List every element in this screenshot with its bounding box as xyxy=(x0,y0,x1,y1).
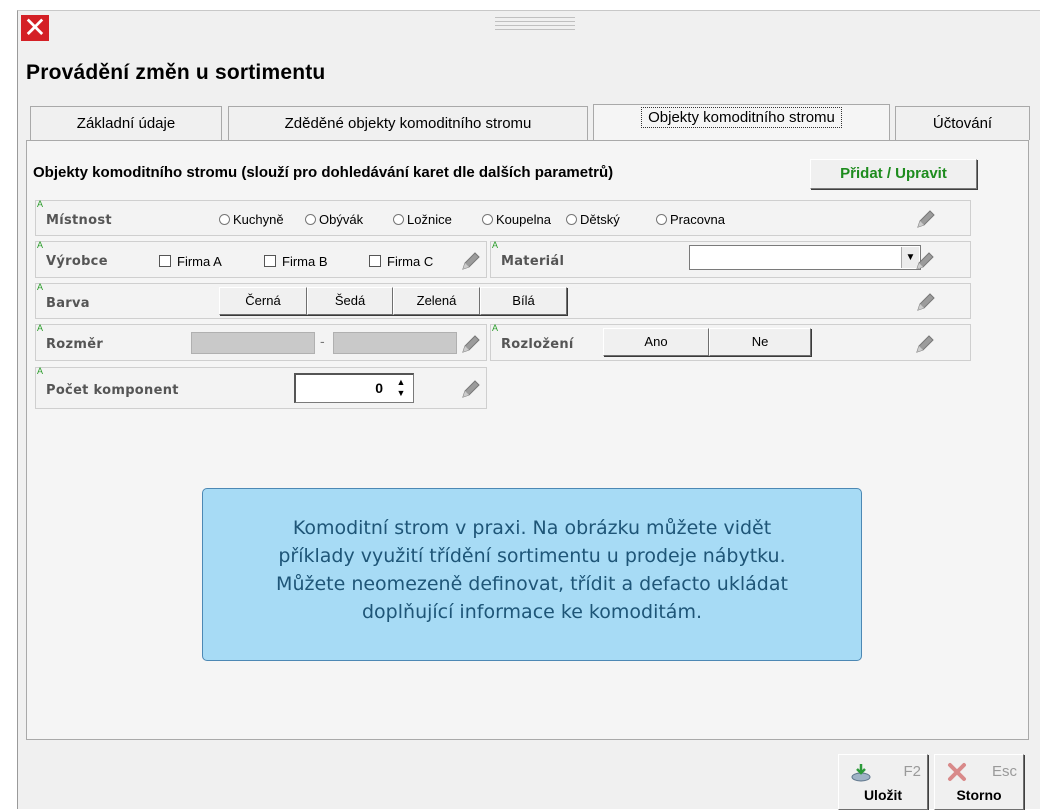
row-mistnost: A Místnost Kuchyně Obývák Ložnice Koupel… xyxy=(35,199,971,236)
row-rozmer: A Rozměr - xyxy=(35,323,487,361)
attribute-marker: A xyxy=(37,323,44,333)
checkbox-firma-a[interactable]: Firma A xyxy=(159,254,222,269)
color-option-zelena[interactable]: Zelená xyxy=(393,287,480,315)
checkbox-firma-b[interactable]: Firma B xyxy=(264,254,328,269)
page-title: Provádění změn u sortimentu xyxy=(26,61,326,84)
radio-loznice[interactable]: Ložnice xyxy=(393,212,452,227)
attribute-marker: A xyxy=(37,366,44,376)
checkbox-firma-c[interactable]: Firma C xyxy=(369,254,433,269)
attribute-marker: A xyxy=(492,240,499,250)
row-label: Počet komponent xyxy=(46,383,179,398)
size-from-field[interactable] xyxy=(191,332,315,354)
row-barva: A Barva Černá Šedá Zelená Bílá xyxy=(35,282,971,319)
pencil-icon[interactable] xyxy=(914,333,936,355)
save-disk-icon xyxy=(851,764,871,782)
tab-objekty-komoditniho-stromu[interactable]: Objekty komoditního stromu xyxy=(593,104,890,142)
color-option-bila[interactable]: Bílá xyxy=(480,287,567,315)
pencil-icon[interactable] xyxy=(915,291,937,313)
pencil-icon[interactable] xyxy=(915,208,937,230)
pencil-icon[interactable] xyxy=(460,250,482,272)
info-callout: Komoditní strom v praxi. Na obrázku může… xyxy=(202,488,862,661)
row-rozlozeni: A Rozložení Ano Ne xyxy=(490,323,971,361)
callout-line: Komoditní strom v praxi. Na obrázku může… xyxy=(292,517,772,539)
stepper-arrows-icon[interactable]: ▲ ▼ xyxy=(391,377,411,399)
tab-zakladni-udaje[interactable]: Základní údaje xyxy=(30,106,222,140)
size-to-field[interactable] xyxy=(333,332,457,354)
range-separator: - xyxy=(320,333,325,349)
radio-kuchyne[interactable]: Kuchyně xyxy=(219,212,284,227)
row-material: A Materiál ▼ xyxy=(490,240,971,278)
pencil-icon[interactable] xyxy=(460,378,482,400)
radio-obyvak[interactable]: Obývák xyxy=(305,212,363,227)
row-label: Rozměr xyxy=(46,337,104,352)
row-pocet-komponent: A Počet komponent 0 ▲ ▼ xyxy=(35,366,487,409)
callout-line: Můžete neomezeně definovat, třídit a def… xyxy=(276,573,788,595)
tab-uctovani[interactable]: Účtování xyxy=(895,106,1030,140)
panel-subtitle: Objekty komoditního stromu (slouží pro d… xyxy=(33,164,614,181)
radio-pracovna[interactable]: Pracovna xyxy=(656,212,725,227)
option-ano[interactable]: Ano xyxy=(603,328,709,356)
drag-grip[interactable] xyxy=(495,17,575,33)
callout-line: příklady využití třídění sortimentu u pr… xyxy=(278,545,786,567)
row-label: Materiál xyxy=(501,254,565,269)
tab-bar: Základní údaje Zděděné objekty komoditní… xyxy=(30,104,1030,142)
attribute-marker: A xyxy=(37,240,44,250)
cancel-button[interactable]: Esc Storno xyxy=(934,754,1024,810)
radio-koupelna[interactable]: Koupelna xyxy=(482,212,551,227)
stepper-value: 0 xyxy=(375,380,383,396)
row-label: Místnost xyxy=(46,213,112,228)
add-edit-button[interactable]: Přidat / Upravit xyxy=(810,159,977,189)
row-label: Výrobce xyxy=(46,254,108,269)
save-label: Uložit xyxy=(863,787,903,803)
row-label: Rozložení xyxy=(501,337,574,352)
attribute-marker: A xyxy=(37,199,44,209)
attribute-marker: A xyxy=(492,323,499,333)
save-button[interactable]: F2 Uložit xyxy=(838,754,928,810)
row-vyrobce: A Výrobce Firma A Firma B Firma C xyxy=(35,240,487,278)
radio-detsky[interactable]: Dětský xyxy=(566,212,620,227)
cancel-x-icon xyxy=(948,763,966,781)
option-ne[interactable]: Ne xyxy=(709,328,811,356)
pencil-icon[interactable] xyxy=(460,333,482,355)
attribute-marker: A xyxy=(37,282,44,292)
callout-line: doplňující informace ke komoditám. xyxy=(362,601,702,623)
color-option-seda[interactable]: Šedá xyxy=(307,287,393,315)
shortcut-key: Esc xyxy=(991,763,1017,780)
cancel-label: Storno xyxy=(956,787,1002,803)
dialog-window: ✕ Provádění změn u sortimentu Základní ú… xyxy=(17,10,1040,810)
component-count-stepper[interactable]: 0 ▲ ▼ xyxy=(294,373,414,403)
material-select[interactable]: ▼ xyxy=(689,245,921,270)
shortcut-key: F2 xyxy=(903,763,921,780)
pencil-icon[interactable] xyxy=(914,250,936,272)
tab-zdedene-objekty[interactable]: Zděděné objekty komoditního stromu xyxy=(228,106,588,140)
color-option-cerna[interactable]: Černá xyxy=(219,287,307,315)
close-icon[interactable]: ✕ xyxy=(21,14,49,42)
row-label: Barva xyxy=(46,296,90,311)
